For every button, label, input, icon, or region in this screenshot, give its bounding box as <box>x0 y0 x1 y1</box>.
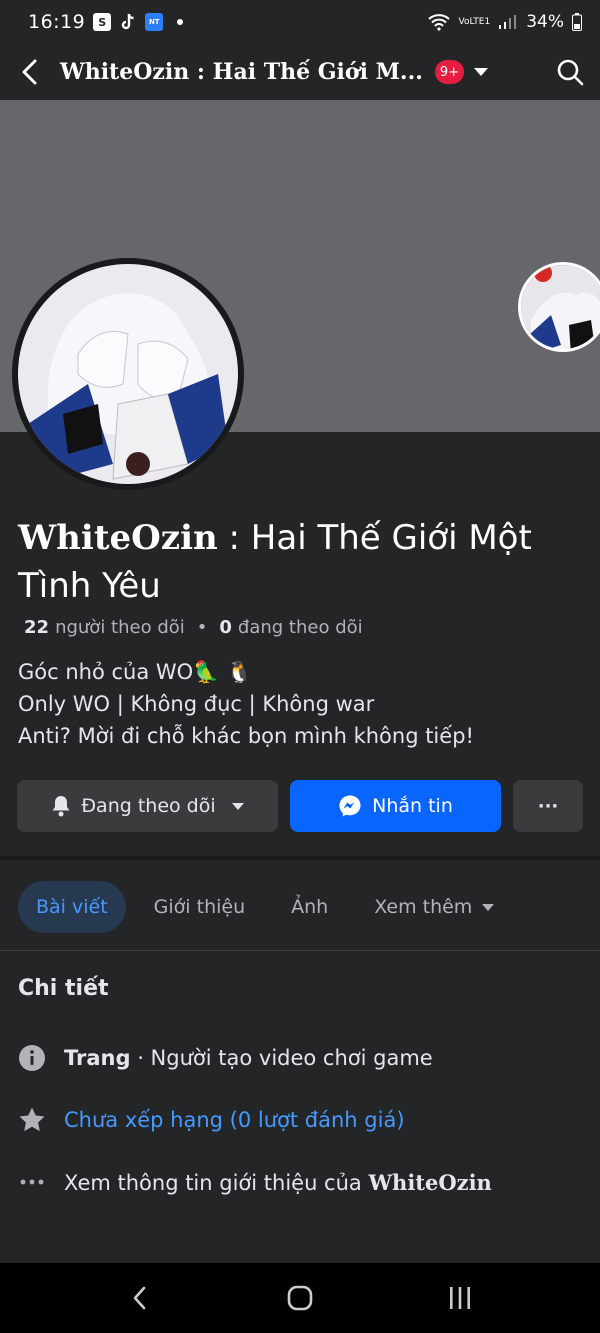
battery-percent: 34% <box>526 12 564 32</box>
chevron-down-icon <box>482 903 495 911</box>
nav-recents-icon <box>450 1287 470 1309</box>
profile-tabs: Bài viết Giới thiệu Ảnh Xem thêm <box>18 881 512 933</box>
info-icon <box>18 1044 46 1072</box>
details-heading: Chi tiết <box>18 976 109 1001</box>
following-label[interactable]: đang theo dõi <box>238 617 363 638</box>
battery-icon <box>572 13 582 31</box>
follow-stats: 22 người theo dõi • 0 đang theo dõi <box>24 617 363 638</box>
system-nav-bar <box>0 1263 600 1333</box>
followers-label[interactable]: người theo dõi <box>55 617 185 638</box>
profile-name: WhiteOzin : Hai Thế Giới Một Tình Yêu <box>18 518 532 606</box>
page-title[interactable]: WhiteOzin : Hai Thế Giới M... <box>60 59 423 85</box>
bio-line: Only WO | Không đục | Không war <box>18 692 375 716</box>
network-label: VoLTE1 <box>458 16 491 27</box>
followers-count[interactable]: 22 <box>24 617 49 638</box>
following-count[interactable]: 0 <box>219 617 232 638</box>
back-arrow-icon <box>22 59 37 85</box>
message-button-label: Nhắn tin <box>372 795 453 817</box>
rating-link[interactable]: Chưa xếp hạng (0 lượt đánh giá) <box>64 1108 405 1132</box>
nav-home-icon <box>287 1285 313 1311</box>
search-button[interactable] <box>540 44 600 100</box>
back-button[interactable] <box>0 44 60 100</box>
tabs-divider <box>0 950 600 951</box>
following-button[interactable]: Đang theo dõi <box>17 780 278 832</box>
story-avatar[interactable] <box>518 262 600 352</box>
bell-icon <box>52 796 70 817</box>
bio-line: Anti? Mời đi chỗ khác bọn mình không tiế… <box>18 724 474 748</box>
star-icon <box>18 1106 46 1134</box>
separator-dot: • <box>196 617 208 638</box>
nav-back-button[interactable] <box>110 1268 170 1328</box>
detail-page-type: Trang · Người tạo video chơi game <box>18 1044 433 1072</box>
detail-rating[interactable]: Chưa xếp hạng (0 lượt đánh giá) <box>18 1106 405 1134</box>
more-horizontal-icon <box>18 1168 46 1196</box>
tiktok-icon <box>119 13 137 31</box>
section-divider <box>0 856 600 860</box>
more-options-button[interactable]: ··· <box>513 780 583 832</box>
message-button[interactable]: Nhắn tin <box>290 780 501 832</box>
nav-back-icon <box>133 1286 146 1310</box>
tab-posts[interactable]: Bài viết <box>18 881 126 933</box>
novel-app-icon: NT <box>145 13 164 31</box>
profile-bio: Góc nhỏ của WO🦜 🐧 Only WO | Không đục | … <box>18 656 474 752</box>
tab-about[interactable]: Giới thiệu <box>136 881 263 933</box>
notification-badge: 9+ <box>434 60 465 84</box>
following-button-label: Đang theo dõi <box>81 795 216 817</box>
profile-avatar[interactable] <box>12 258 244 490</box>
wifi-icon <box>427 14 450 31</box>
detail-see-about[interactable]: Xem thông tin giới thiệu của WhiteOzin <box>18 1168 492 1196</box>
tab-see-more[interactable]: Xem thêm <box>356 881 512 933</box>
search-icon <box>557 59 584 86</box>
messenger-icon <box>339 795 361 817</box>
notification-dot-icon <box>177 19 184 25</box>
tab-photos[interactable]: Ảnh <box>273 881 346 933</box>
top-app-bar: WhiteOzin : Hai Thế Giới M... 9+ <box>0 44 600 100</box>
signal-icon <box>499 15 517 29</box>
chevron-down-icon[interactable] <box>474 68 489 76</box>
chevron-down-icon <box>231 802 244 810</box>
status-bar: 16:19 S NT VoLTE1 34% <box>0 0 600 44</box>
bio-line: Góc nhỏ của WO🦜 🐧 <box>18 660 253 684</box>
nav-home-button[interactable] <box>270 1268 330 1328</box>
status-time: 16:19 <box>28 11 86 33</box>
shop-icon: S <box>93 13 112 31</box>
profile-actions: Đang theo dõi Nhắn tin ··· <box>17 780 583 832</box>
more-icon: ··· <box>537 795 559 817</box>
nav-recents-button[interactable] <box>430 1268 490 1328</box>
